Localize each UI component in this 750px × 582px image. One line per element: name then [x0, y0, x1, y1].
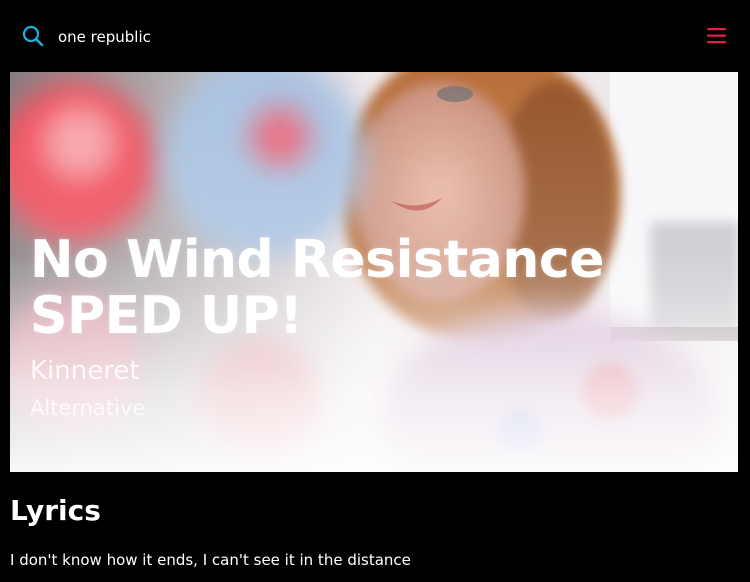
search-icon[interactable] — [22, 25, 44, 47]
artist-name[interactable]: Kinneret — [30, 356, 720, 386]
genre-label[interactable]: Alternative — [30, 396, 720, 420]
lyrics-heading: Lyrics — [10, 494, 101, 527]
top-bar — [0, 0, 750, 72]
song-hero-banner: No Wind Resistance SPED UP! Kinneret Alt… — [10, 72, 738, 472]
search-input[interactable] — [58, 24, 558, 50]
song-info: No Wind Resistance SPED UP! Kinneret Alt… — [30, 232, 720, 420]
hamburger-menu-icon[interactable] — [706, 27, 728, 45]
lyrics-line: I don't know how it ends, I can't see it… — [10, 551, 411, 569]
song-title: No Wind Resistance SPED UP! — [30, 230, 604, 346]
